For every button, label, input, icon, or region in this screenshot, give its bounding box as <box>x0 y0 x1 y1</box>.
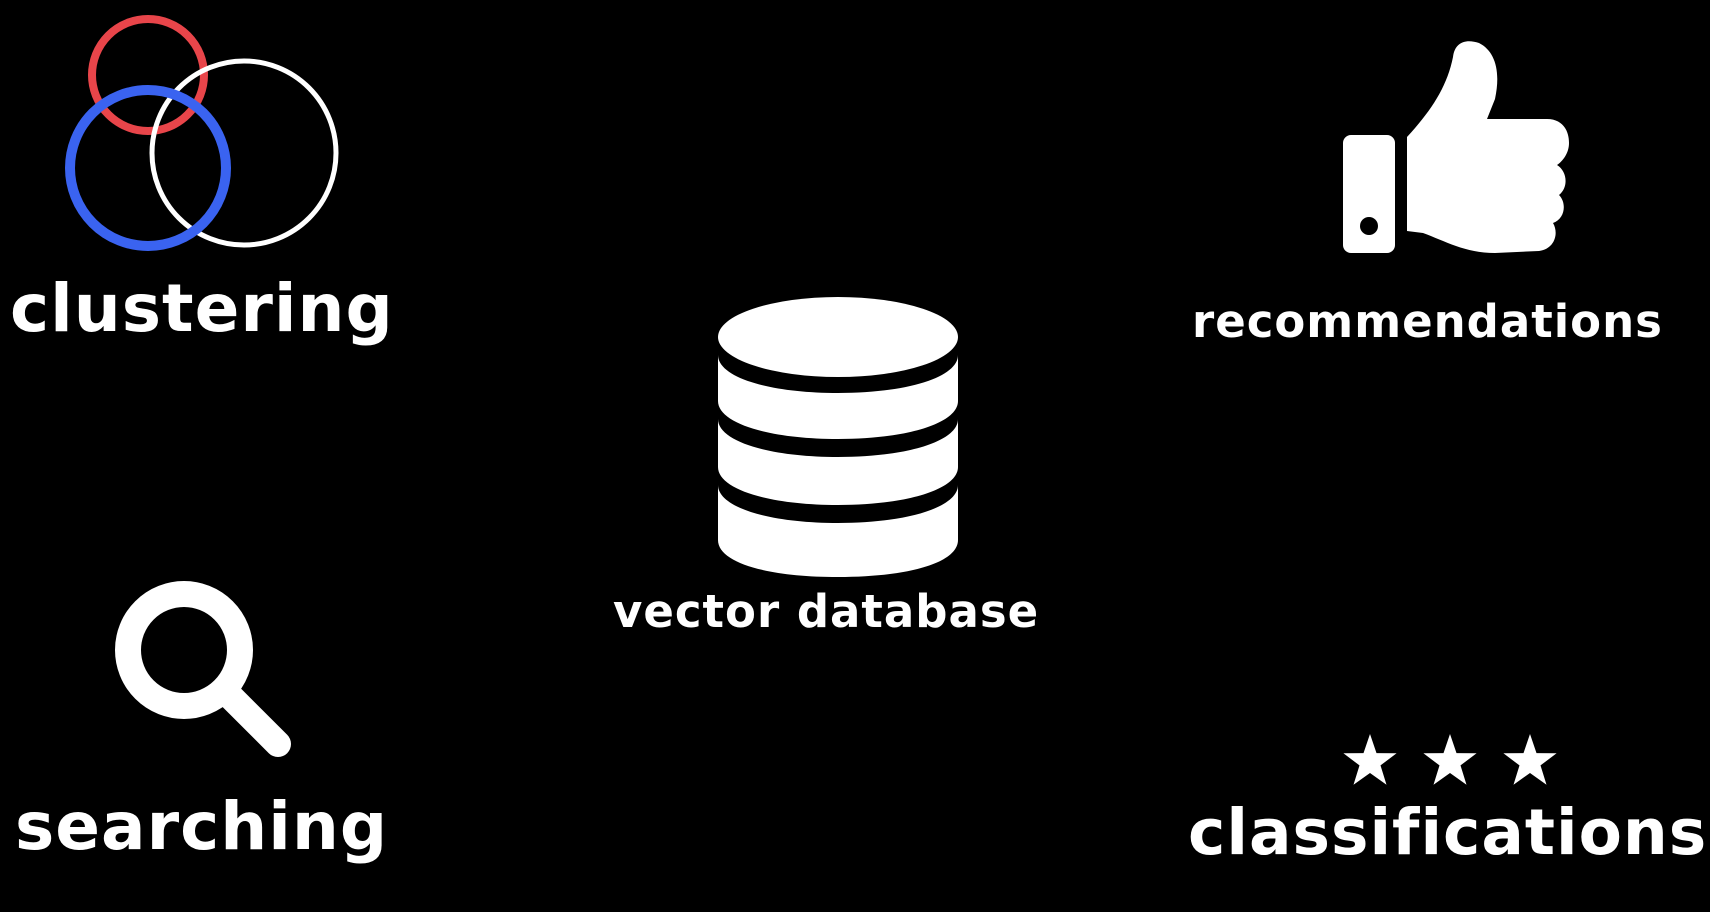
vector-database-label: vector database <box>613 585 1040 638</box>
magnifier-icon <box>115 581 291 757</box>
thumbs-up-icon <box>1343 41 1569 253</box>
star-icon <box>1343 734 1397 785</box>
thumb-cuff <box>1343 135 1395 253</box>
star-icon <box>1423 734 1477 785</box>
magnifier-handle <box>211 677 291 757</box>
cuff-dot <box>1360 217 1378 235</box>
db-top-cap <box>718 297 958 377</box>
thumb-hand <box>1407 41 1569 253</box>
searching-label: searching <box>15 788 389 865</box>
classifications-label: classifications <box>1188 796 1708 869</box>
blue-circle <box>65 85 231 251</box>
red-circle <box>88 15 208 135</box>
clustering-label: clustering <box>10 270 394 347</box>
stars-icon <box>1343 734 1557 785</box>
star-icon <box>1503 734 1557 785</box>
database-icon <box>718 297 958 577</box>
recommendations-label: recommendations <box>1192 295 1663 348</box>
white-circle <box>149 58 339 248</box>
venn-circles-icon <box>65 15 339 251</box>
